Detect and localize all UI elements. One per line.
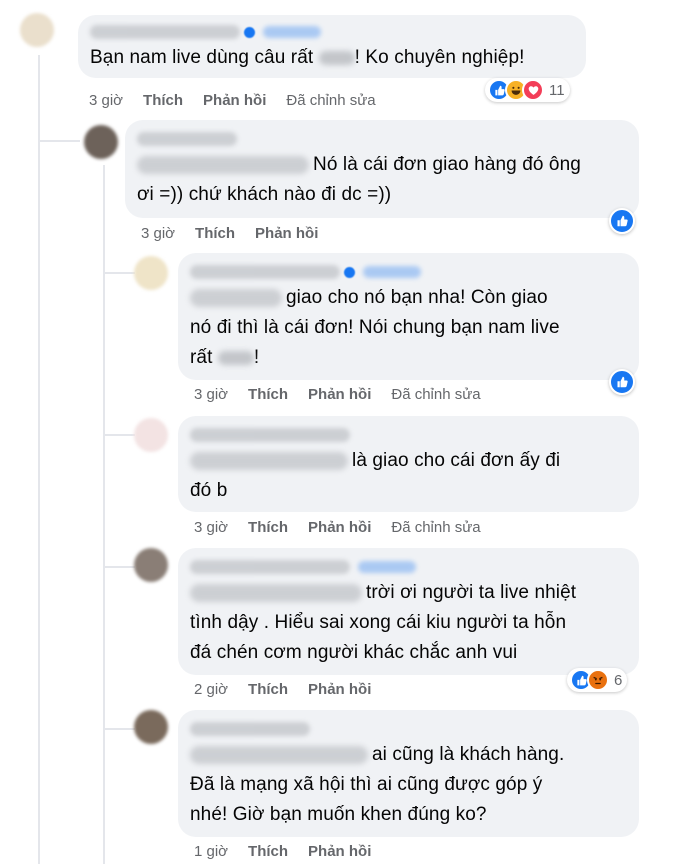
reaction-summary[interactable]: 11: [485, 78, 570, 102]
thread-connector-5: [103, 728, 135, 730]
like-button[interactable]: Thích: [248, 681, 288, 698]
follow-link[interactable]: [358, 561, 416, 573]
thread-connector-2: [103, 272, 135, 274]
comment-actions: 3 giờ Thích Phản hồi Đã chỉnh sửa: [89, 92, 396, 109]
follow-link[interactable]: [263, 26, 321, 38]
author-name[interactable]: [190, 556, 627, 578]
censored-word: [217, 350, 254, 365]
verified-badge-icon: [244, 26, 255, 38]
author-name[interactable]: [137, 128, 627, 150]
thread-connector-3: [103, 434, 135, 436]
reply-button[interactable]: Phản hồi: [308, 843, 371, 860]
comment-bubble-2: Nó là cái đơn giao hàng đó ông ơi =)) ch…: [125, 120, 639, 218]
like-button[interactable]: Thích: [143, 92, 183, 109]
avatar[interactable]: [134, 710, 168, 744]
reply-button[interactable]: Phản hồi: [308, 681, 371, 698]
blurred-author-name: [190, 265, 340, 279]
avatar[interactable]: [84, 125, 118, 159]
comment-bubble-4: là giao cho cái đơn ấy đi đó b: [178, 416, 639, 512]
comment-bubble-6: ai cũng là khách hàng. Đã là mạng xã hội…: [178, 710, 639, 837]
mentioned-user-tag[interactable]: [190, 288, 282, 307]
edited-label: Đã chỉnh sửa: [391, 519, 481, 536]
comment-text: trời ơi người ta live nhiệt tình dậy . H…: [190, 582, 577, 663]
author-name[interactable]: [190, 718, 627, 740]
like-button[interactable]: Thích: [248, 386, 288, 403]
timestamp[interactable]: 1 giờ: [194, 843, 228, 860]
thread-line-reply: [103, 165, 105, 864]
like-reaction-icon[interactable]: [609, 369, 635, 395]
blurred-author-name: [90, 25, 240, 39]
censored-word: [318, 50, 355, 65]
avatar[interactable]: [134, 256, 168, 290]
comment-bubble-1: Bạn nam live dùng câu rất ! Ko chuyên ng…: [78, 15, 586, 78]
like-reaction-icon[interactable]: [609, 208, 635, 234]
comment-actions: 3 giờ Thích Phản hồi Đã chỉnh sửa: [194, 519, 501, 536]
blurred-author-name: [190, 560, 350, 574]
timestamp[interactable]: 3 giờ: [89, 92, 123, 109]
comment-actions: 3 giờ Thích Phản hồi: [141, 225, 338, 242]
comment-actions: 3 giờ Thích Phản hồi Đã chỉnh sửa: [194, 386, 501, 403]
timestamp[interactable]: 3 giờ: [194, 386, 228, 403]
reply-button[interactable]: Phản hồi: [203, 92, 266, 109]
mentioned-user-tag[interactable]: [190, 583, 362, 602]
reaction-count: 6: [614, 671, 623, 689]
thread-line-main: [38, 55, 40, 864]
avatar[interactable]: [20, 13, 54, 47]
reply-button[interactable]: Phản hồi: [308, 386, 371, 403]
like-button[interactable]: Thích: [248, 519, 288, 536]
timestamp[interactable]: 3 giờ: [141, 225, 175, 242]
edited-label: Đã chỉnh sửa: [391, 386, 481, 403]
comment-actions: 1 giờ Thích Phản hồi: [194, 843, 391, 860]
edited-label: Đã chỉnh sửa: [286, 92, 376, 109]
like-button[interactable]: Thích: [195, 225, 235, 242]
comment-text: Bạn nam live dùng câu rất ! Ko chuyên ng…: [90, 47, 525, 68]
comment-bubble-3: giao cho nó bạn nha! Còn giao nó đi thì …: [178, 253, 639, 380]
comment-text: giao cho nó bạn nha! Còn giao nó đi thì …: [190, 287, 560, 368]
thread-connector-1: [38, 140, 80, 142]
avatar[interactable]: [134, 418, 168, 452]
blurred-author-name: [190, 722, 310, 736]
author-name[interactable]: [90, 21, 574, 43]
reply-button[interactable]: Phản hồi: [255, 225, 318, 242]
author-name[interactable]: [190, 424, 627, 446]
like-button[interactable]: Thích: [248, 843, 288, 860]
verified-badge-icon: [344, 266, 355, 278]
reply-button[interactable]: Phản hồi: [308, 519, 371, 536]
timestamp[interactable]: 2 giờ: [194, 681, 228, 698]
comment-text: Nó là cái đơn giao hàng đó ông ơi =)) ch…: [137, 154, 581, 205]
comment-actions: 2 giờ Thích Phản hồi: [194, 681, 391, 698]
reaction-summary[interactable]: 6: [567, 668, 628, 692]
timestamp[interactable]: 3 giờ: [194, 519, 228, 536]
thread-connector-4: [103, 566, 135, 568]
comment-bubble-5: trời ơi người ta live nhiệt tình dậy . H…: [178, 548, 639, 675]
author-name[interactable]: [190, 261, 627, 283]
angry-icon: [587, 669, 609, 691]
blurred-author-name: [137, 132, 237, 146]
mentioned-user-tag[interactable]: [190, 745, 368, 764]
mentioned-user-tag[interactable]: [137, 155, 309, 174]
reaction-count: 11: [549, 81, 565, 99]
comment-text: là giao cho cái đơn ấy đi đó b: [190, 450, 561, 501]
mentioned-user-tag[interactable]: [190, 451, 348, 470]
avatar[interactable]: [134, 548, 168, 582]
follow-link[interactable]: [363, 266, 421, 278]
comment-text: ai cũng là khách hàng. Đã là mạng xã hội…: [190, 744, 565, 825]
love-icon: [522, 79, 544, 101]
blurred-author-name: [190, 428, 350, 442]
